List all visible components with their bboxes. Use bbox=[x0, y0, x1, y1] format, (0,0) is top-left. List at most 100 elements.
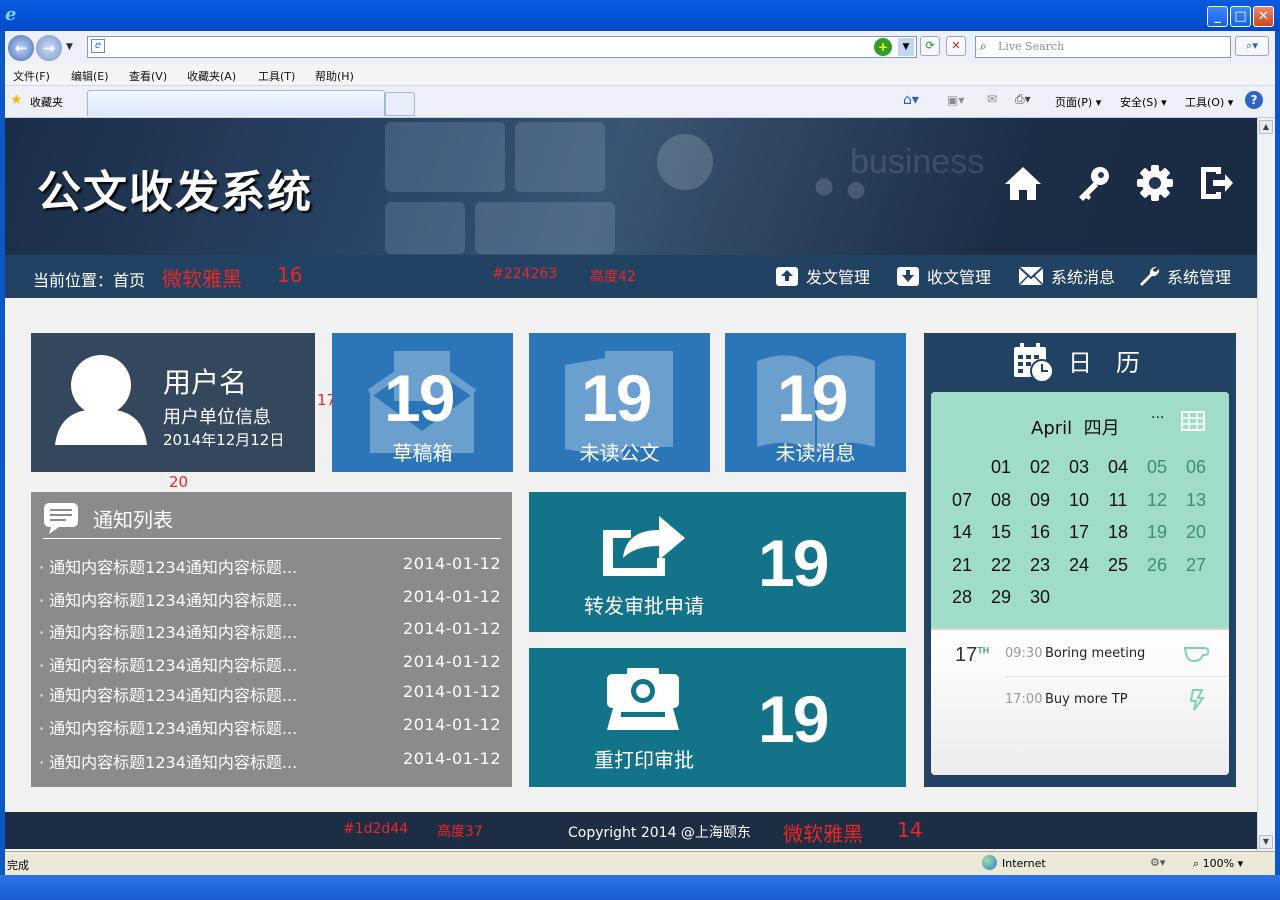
refresh-button[interactable]: ⟳ bbox=[920, 36, 940, 56]
calendar-day[interactable]: 29 bbox=[983, 587, 1019, 608]
notice-row-title[interactable]: · 通知内容标题1234通知内容标题... bbox=[39, 652, 297, 676]
vertical-scrollbar[interactable] bbox=[1257, 118, 1275, 851]
nav-system-admin[interactable]: 系统管理 bbox=[1138, 263, 1231, 289]
print-icon[interactable]: ⎙▾ bbox=[1015, 92, 1031, 107]
nav-system-messages[interactable]: 系统消息 bbox=[1018, 263, 1115, 289]
calendar-day[interactable]: 19 bbox=[1139, 522, 1175, 543]
calendar-month-grid: April 四月 ··· 01 02 03 04 05 06 07 08 09 … bbox=[931, 392, 1229, 628]
notice-row[interactable]: · 通知内容标题1234通知内容标题... 2014-01-12 bbox=[39, 715, 501, 738]
menu-edit[interactable]: 编辑(E) bbox=[71, 68, 109, 84]
calendar-day[interactable]: 25 bbox=[1100, 555, 1136, 576]
home-icon[interactable] bbox=[1003, 163, 1043, 203]
notice-row[interactable]: · 通知内容标题1234通知内容标题... 2014-01-12 bbox=[39, 652, 501, 675]
tile-unread-docs[interactable]: 19 未读公文 bbox=[529, 333, 710, 472]
protected-mode-icon[interactable]: ⚙▾ bbox=[1150, 856, 1165, 869]
calendar-day[interactable]: 12 bbox=[1139, 490, 1175, 511]
calendar-day[interactable]: 07 bbox=[944, 490, 980, 511]
star-icon[interactable]: ★ bbox=[10, 92, 23, 108]
logout-icon[interactable] bbox=[1195, 163, 1235, 203]
calendar-day[interactable]: 06 bbox=[1178, 457, 1214, 478]
help-icon[interactable]: ? bbox=[1245, 91, 1263, 109]
menu-tools[interactable]: 工具(T) bbox=[258, 68, 295, 84]
calendar-day[interactable]: 26 bbox=[1139, 555, 1175, 576]
calendar-day[interactable]: 24 bbox=[1061, 555, 1097, 576]
tile-drafts[interactable]: 19 草稿箱 bbox=[332, 333, 513, 472]
calendar-day[interactable]: 21 bbox=[944, 555, 980, 576]
notice-row[interactable]: · 通知内容标题1234通知内容标题... 2014-01-12 bbox=[39, 554, 501, 577]
notice-row-title[interactable]: · 通知内容标题1234通知内容标题... bbox=[39, 682, 297, 706]
nav-send-docs[interactable]: 发文管理 bbox=[775, 263, 870, 289]
feeds-icon[interactable]: ▣▾ bbox=[947, 93, 964, 107]
event-item[interactable]: 09:30 Boring meeting bbox=[1005, 646, 1215, 676]
notice-row[interactable]: · 通知内容标题1234通知内容标题... 2014-01-12 bbox=[39, 682, 501, 705]
active-tab[interactable] bbox=[87, 90, 385, 116]
calendar-day[interactable]: 30 bbox=[1022, 587, 1058, 608]
calendar-day[interactable]: 11 bbox=[1100, 490, 1136, 511]
notice-row[interactable]: · 通知内容标题1234通知内容标题... 2014-01-12 bbox=[39, 619, 501, 642]
history-dropdown-icon[interactable]: ▼ bbox=[66, 42, 73, 52]
calendar-day[interactable]: 16 bbox=[1022, 522, 1058, 543]
notice-row[interactable]: · 通知内容标题1234通知内容标题... 2014-01-12 bbox=[39, 587, 501, 610]
grid-view-icon[interactable] bbox=[1181, 411, 1205, 431]
calendar-day[interactable]: 13 bbox=[1178, 490, 1214, 511]
calendar-day[interactable]: 14 bbox=[944, 522, 980, 543]
stop-button[interactable]: ✕ bbox=[946, 36, 966, 56]
calendar-day[interactable]: 17 bbox=[1061, 522, 1097, 543]
calendar-day[interactable]: 18 bbox=[1100, 522, 1136, 543]
forward-button[interactable]: → bbox=[36, 35, 62, 61]
new-tab-button[interactable] bbox=[385, 92, 415, 116]
search-input[interactable]: ⌕ Live Search bbox=[975, 36, 1231, 58]
notice-row-title[interactable]: · 通知内容标题1234通知内容标题... bbox=[39, 554, 297, 578]
address-dropdown-icon[interactable]: ▼ bbox=[898, 38, 914, 56]
calendar-day[interactable]: 09 bbox=[1022, 490, 1058, 511]
calendar-day[interactable]: 03 bbox=[1061, 457, 1097, 478]
key-icon[interactable] bbox=[1073, 163, 1113, 203]
mail-cmd-icon[interactable]: ✉ bbox=[987, 92, 997, 106]
calendar-day[interactable]: 20 bbox=[1178, 522, 1214, 543]
close-window-button[interactable]: ✕ bbox=[1253, 6, 1274, 27]
back-button[interactable]: ← bbox=[8, 35, 34, 61]
calendar-day[interactable]: 05 bbox=[1139, 457, 1175, 478]
calendar-day[interactable]: 04 bbox=[1100, 457, 1136, 478]
zoom-control[interactable]: ⌕ 100% ▾ bbox=[1193, 857, 1243, 871]
scroll-down-button[interactable]: ▼ bbox=[1259, 835, 1273, 849]
menu-view[interactable]: 查看(V) bbox=[129, 68, 167, 84]
search-go-button[interactable]: ⌕▾ bbox=[1235, 36, 1269, 56]
calendar-day[interactable]: 22 bbox=[983, 555, 1019, 576]
tools-menu[interactable]: 工具(O) ▾ bbox=[1185, 94, 1233, 110]
calendar-day[interactable]: 02 bbox=[1022, 457, 1058, 478]
page-menu[interactable]: 页面(P) ▾ bbox=[1055, 94, 1101, 110]
home-cmd-icon[interactable]: ⌂▾ bbox=[903, 92, 919, 108]
menu-help[interactable]: 帮助(H) bbox=[315, 68, 354, 84]
tile-forward-approval[interactable]: 转发审批申请 19 bbox=[529, 492, 906, 632]
calendar-day[interactable]: 10 bbox=[1061, 490, 1097, 511]
calendar-day[interactable]: 01 bbox=[983, 457, 1019, 478]
nav-receive-docs[interactable]: 收文管理 bbox=[896, 263, 991, 289]
event-item[interactable]: 17:00 Buy more TP bbox=[1005, 689, 1215, 722]
address-input[interactable]: e + ▼ bbox=[87, 36, 917, 58]
menu-file[interactable]: 文件(F) bbox=[13, 68, 50, 84]
notice-row-title[interactable]: · 通知内容标题1234通知内容标题... bbox=[39, 749, 297, 773]
maximize-button[interactable]: □ bbox=[1230, 6, 1251, 27]
notice-row[interactable]: · 通知内容标题1234通知内容标题... 2014-01-12 bbox=[39, 749, 501, 772]
tile-reprint-approval[interactable]: 重打印审批 19 bbox=[529, 648, 906, 787]
calendar-month[interactable]: April 四月 bbox=[1031, 414, 1120, 440]
menu-favorites[interactable]: 收藏夹(A) bbox=[187, 68, 236, 84]
calendar-day[interactable]: 27 bbox=[1178, 555, 1214, 576]
calendar-day[interactable]: 23 bbox=[1022, 555, 1058, 576]
calendar-day[interactable]: 08 bbox=[983, 490, 1019, 511]
globe-icon bbox=[982, 855, 997, 870]
safety-menu[interactable]: 安全(S) ▾ bbox=[1120, 94, 1167, 110]
notice-row-title[interactable]: · 通知内容标题1234通知内容标题... bbox=[39, 619, 297, 643]
calendar-more-button[interactable]: ··· bbox=[1151, 410, 1164, 426]
calendar-day[interactable]: 28 bbox=[944, 587, 980, 608]
tile-unread-messages[interactable]: 19 未读消息 bbox=[725, 333, 906, 472]
favorites-label[interactable]: 收藏夹 bbox=[30, 94, 63, 110]
minimize-button[interactable]: _ bbox=[1207, 6, 1228, 27]
gear-icon[interactable] bbox=[1135, 163, 1175, 203]
notice-row-title[interactable]: · 通知内容标题1234通知内容标题... bbox=[39, 715, 297, 739]
calendar-day[interactable]: 15 bbox=[983, 522, 1019, 543]
scroll-up-button[interactable]: ▲ bbox=[1259, 120, 1273, 134]
notice-row-title[interactable]: · 通知内容标题1234通知内容标题... bbox=[39, 587, 297, 611]
add-site-icon[interactable]: + bbox=[874, 38, 892, 56]
